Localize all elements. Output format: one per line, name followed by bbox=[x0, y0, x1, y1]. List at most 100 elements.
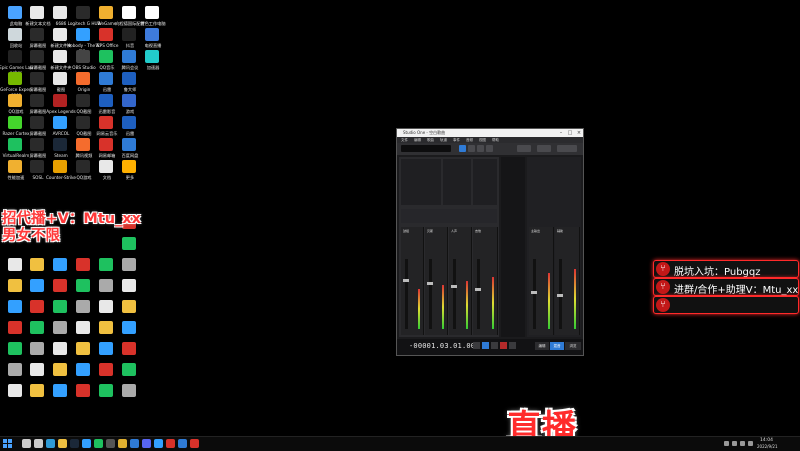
social-card-2: ⑂ 进群/合作+助理V：Mtu_xx bbox=[653, 278, 799, 296]
desktop-icon[interactable]: 更多 bbox=[116, 158, 144, 198]
social-card-text: 进群/合作+助理V：Mtu_xx bbox=[674, 285, 799, 296]
file-icon bbox=[30, 279, 44, 292]
ime-icon[interactable] bbox=[748, 441, 753, 446]
app-icon bbox=[122, 50, 136, 63]
taskbar-app-obs[interactable] bbox=[106, 439, 115, 448]
taskbar-app-chrome[interactable] bbox=[118, 439, 127, 448]
taskbar-app-studio-one[interactable] bbox=[130, 439, 139, 448]
file-icon bbox=[122, 321, 136, 334]
range-tool-button[interactable] bbox=[468, 145, 475, 152]
taskbar-app-store[interactable] bbox=[154, 439, 163, 448]
app-icon bbox=[30, 160, 44, 173]
stop-button[interactable] bbox=[491, 342, 498, 349]
channel-name: 辅助 bbox=[557, 229, 564, 233]
fader-handle[interactable] bbox=[403, 279, 409, 282]
app-icon bbox=[99, 160, 113, 173]
taskbar-app-kugou[interactable] bbox=[178, 439, 187, 448]
app-icon bbox=[76, 116, 90, 129]
mix-view-button[interactable]: 混音 bbox=[550, 342, 564, 350]
fader-handle[interactable] bbox=[451, 285, 457, 288]
app-icon bbox=[122, 6, 136, 19]
network-icon[interactable] bbox=[732, 441, 737, 446]
clock-date[interactable]: 2022/9/21 bbox=[757, 444, 778, 449]
fader-handle[interactable] bbox=[475, 288, 481, 291]
volume-fader[interactable] bbox=[533, 259, 536, 329]
app-icon bbox=[122, 160, 136, 173]
edit-view-button[interactable]: 编辑 bbox=[535, 342, 549, 350]
app-icon bbox=[99, 138, 113, 151]
app-icon bbox=[30, 72, 44, 85]
fader-handle[interactable] bbox=[557, 294, 563, 297]
app-icon bbox=[76, 94, 90, 107]
desktop-icon[interactable] bbox=[116, 382, 144, 422]
fader-handle[interactable] bbox=[531, 291, 537, 294]
file-icon bbox=[99, 342, 113, 355]
file-icon bbox=[53, 363, 67, 376]
volume-fader[interactable] bbox=[477, 259, 480, 329]
clock-time[interactable]: 14:04 bbox=[760, 438, 773, 443]
file-icon bbox=[76, 279, 90, 292]
app-icon bbox=[30, 28, 44, 41]
app-icon bbox=[30, 94, 44, 107]
file-icon bbox=[99, 279, 113, 292]
song-display bbox=[401, 145, 451, 152]
file-icon bbox=[53, 321, 67, 334]
app-icon bbox=[99, 94, 113, 107]
volume-fader[interactable] bbox=[453, 259, 456, 329]
file-icon bbox=[8, 258, 22, 271]
studio-one-window[interactable]: Studio One - 空白歌曲 – □ × 文件 编辑 歌曲 轨道 事件 音频 视图 帮助… bbox=[396, 128, 584, 356]
file-icon bbox=[76, 363, 90, 376]
taskbar-app-discord[interactable] bbox=[142, 439, 151, 448]
window-titlebar[interactable]: Studio One - 空白歌曲 – □ × bbox=[397, 129, 583, 137]
volume-fader[interactable] bbox=[429, 259, 432, 329]
quantize-button[interactable] bbox=[537, 145, 551, 152]
file-icon bbox=[8, 300, 22, 313]
play-button[interactable] bbox=[482, 342, 489, 349]
split-tool-button[interactable] bbox=[477, 145, 484, 152]
level-meter bbox=[466, 281, 468, 329]
file-icon bbox=[122, 279, 136, 292]
channel-name: 鼓组 bbox=[403, 229, 410, 233]
taskbar-app-search[interactable] bbox=[22, 439, 31, 448]
volume-icon[interactable] bbox=[740, 441, 745, 446]
fader-handle[interactable] bbox=[427, 282, 433, 285]
windows-logo-icon bbox=[3, 439, 7, 443]
app-icon bbox=[8, 72, 22, 85]
rewind-button[interactable] bbox=[473, 342, 480, 349]
arrow-tool-button[interactable] bbox=[459, 145, 466, 152]
taskbar-app-explorer[interactable] bbox=[58, 439, 67, 448]
eraser-tool-button[interactable] bbox=[486, 145, 493, 152]
volume-fader[interactable] bbox=[405, 259, 408, 329]
level-meter bbox=[574, 269, 576, 329]
file-icon bbox=[30, 342, 44, 355]
file-icon bbox=[122, 342, 136, 355]
taskbar-app-netease[interactable] bbox=[166, 439, 175, 448]
app-icon bbox=[30, 138, 44, 151]
minimize-button[interactable]: – bbox=[557, 129, 565, 137]
page-select-button[interactable] bbox=[557, 145, 577, 152]
taskbar-app-edge[interactable] bbox=[46, 439, 55, 448]
record-button[interactable] bbox=[500, 342, 507, 349]
taskbar-app-steam[interactable] bbox=[70, 439, 79, 448]
maximize-button[interactable]: □ bbox=[566, 129, 574, 137]
level-meter bbox=[548, 273, 550, 329]
promo-text-line2: 男女不限 bbox=[2, 228, 60, 244]
taskbar-app-wechat[interactable] bbox=[94, 439, 103, 448]
file-icon bbox=[30, 363, 44, 376]
browse-view-button[interactable]: 浏览 bbox=[565, 342, 581, 350]
close-button[interactable]: × bbox=[575, 129, 583, 137]
app-icon bbox=[8, 6, 22, 19]
taskbar-app-task-view[interactable] bbox=[34, 439, 43, 448]
start-button[interactable] bbox=[3, 439, 12, 448]
level-meter bbox=[418, 289, 420, 329]
app-icon bbox=[53, 116, 67, 129]
file-icon bbox=[122, 384, 136, 397]
file-icon bbox=[53, 258, 67, 271]
loop-button[interactable] bbox=[509, 342, 516, 349]
taskbar-app-qq[interactable] bbox=[82, 439, 91, 448]
track-list-panel bbox=[443, 159, 471, 205]
snap-button[interactable] bbox=[517, 145, 531, 152]
file-icon bbox=[8, 279, 22, 292]
taskbar-app-wps[interactable] bbox=[190, 439, 199, 448]
chevron-up-icon[interactable] bbox=[724, 441, 729, 446]
